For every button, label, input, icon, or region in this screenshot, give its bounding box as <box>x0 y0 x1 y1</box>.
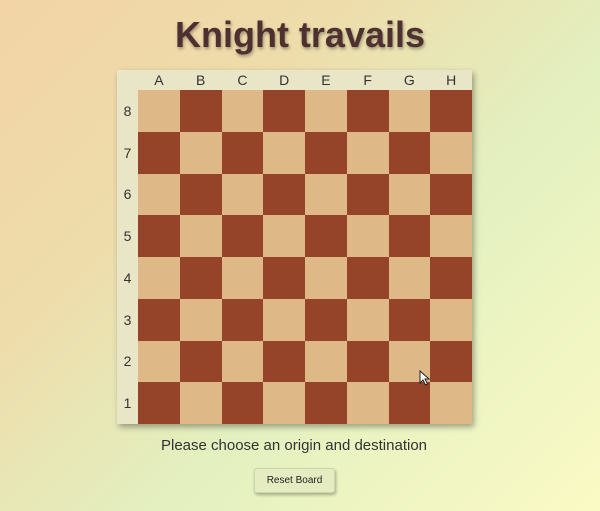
file-labels: A B C D E F G H <box>138 70 472 90</box>
square-a1[interactable] <box>138 382 180 424</box>
square-d6[interactable] <box>263 173 305 216</box>
square-f6[interactable] <box>346 173 389 216</box>
square-d3[interactable] <box>263 298 305 341</box>
rank-label: 2 <box>123 353 132 370</box>
mouse-pointer-icon <box>419 370 431 386</box>
square-d7[interactable] <box>263 131 305 174</box>
page-title: Knight travails <box>174 14 426 55</box>
square-h4[interactable] <box>430 257 472 299</box>
square-f1[interactable] <box>346 382 389 424</box>
file-label: C <box>237 72 248 88</box>
square-h7[interactable] <box>430 131 472 174</box>
file-label: G <box>403 72 415 88</box>
square-g8[interactable] <box>388 90 431 132</box>
file-label: D <box>279 72 290 88</box>
square-c3[interactable] <box>221 298 264 341</box>
square-a6[interactable] <box>138 173 180 216</box>
square-g6[interactable] <box>388 173 431 216</box>
square-d2[interactable] <box>263 340 305 383</box>
square-g1[interactable] <box>388 382 431 424</box>
square-a4[interactable] <box>138 257 180 299</box>
square-f8[interactable] <box>346 90 389 132</box>
square-d1[interactable] <box>263 382 305 424</box>
square-b1[interactable] <box>179 382 222 424</box>
file-label: E <box>321 72 331 88</box>
square-d4[interactable] <box>263 257 305 299</box>
square-a3[interactable] <box>138 298 180 341</box>
square-g5[interactable] <box>388 215 431 257</box>
square-h8[interactable] <box>430 90 472 132</box>
rank-label: 1 <box>123 395 132 412</box>
square-f3[interactable] <box>346 298 389 341</box>
square-e3[interactable] <box>305 298 347 341</box>
square-b2[interactable] <box>179 340 222 383</box>
square-b8[interactable] <box>179 90 222 132</box>
status-message: Please choose an origin and destination <box>160 437 428 454</box>
square-g4[interactable] <box>388 257 431 299</box>
square-c7[interactable] <box>221 131 264 174</box>
square-b5[interactable] <box>179 215 222 257</box>
square-e8[interactable] <box>305 90 347 132</box>
square-h3[interactable] <box>430 298 472 341</box>
square-f4[interactable] <box>346 257 389 299</box>
file-label: H <box>446 72 457 88</box>
rank-label: 5 <box>123 228 132 245</box>
file-label: F <box>363 72 372 88</box>
square-f7[interactable] <box>346 131 389 174</box>
square-d5[interactable] <box>263 215 305 257</box>
rank-label: 6 <box>123 186 132 203</box>
rank-label: 4 <box>123 269 132 286</box>
rank-labels: 8 7 6 5 4 3 2 1 <box>117 90 138 424</box>
square-e4[interactable] <box>305 257 347 299</box>
file-label: B <box>195 72 206 88</box>
square-g3[interactable] <box>388 298 431 341</box>
square-b4[interactable] <box>179 257 222 299</box>
square-h5[interactable] <box>430 215 472 257</box>
rank-label: 8 <box>123 102 132 119</box>
square-h2[interactable] <box>430 340 472 383</box>
square-a8[interactable] <box>138 90 180 132</box>
square-e1[interactable] <box>305 382 347 424</box>
square-e5[interactable] <box>305 215 347 257</box>
square-h1[interactable] <box>430 382 472 424</box>
square-b6[interactable] <box>179 173 222 216</box>
square-a2[interactable] <box>138 340 180 383</box>
rank-label: 3 <box>123 311 132 328</box>
square-c6[interactable] <box>221 173 264 216</box>
square-a5[interactable] <box>138 215 180 257</box>
square-e6[interactable] <box>305 173 347 216</box>
square-b3[interactable] <box>179 298 222 341</box>
rank-label: 7 <box>123 144 132 161</box>
square-e7[interactable] <box>305 131 347 174</box>
square-c1[interactable] <box>221 382 264 424</box>
square-e2[interactable] <box>305 340 347 383</box>
square-f5[interactable] <box>346 215 389 257</box>
square-d8[interactable] <box>263 90 305 132</box>
square-h6[interactable] <box>430 173 472 216</box>
square-a7[interactable] <box>138 131 180 174</box>
square-c4[interactable] <box>221 257 264 299</box>
square-b7[interactable] <box>179 131 222 174</box>
square-c2[interactable] <box>221 340 264 383</box>
square-g7[interactable] <box>388 131 431 174</box>
square-c5[interactable] <box>221 215 264 257</box>
reset-board-button[interactable]: Reset Board <box>254 468 335 493</box>
square-f2[interactable] <box>346 340 389 383</box>
file-label: A <box>154 72 164 88</box>
square-c8[interactable] <box>221 90 264 132</box>
